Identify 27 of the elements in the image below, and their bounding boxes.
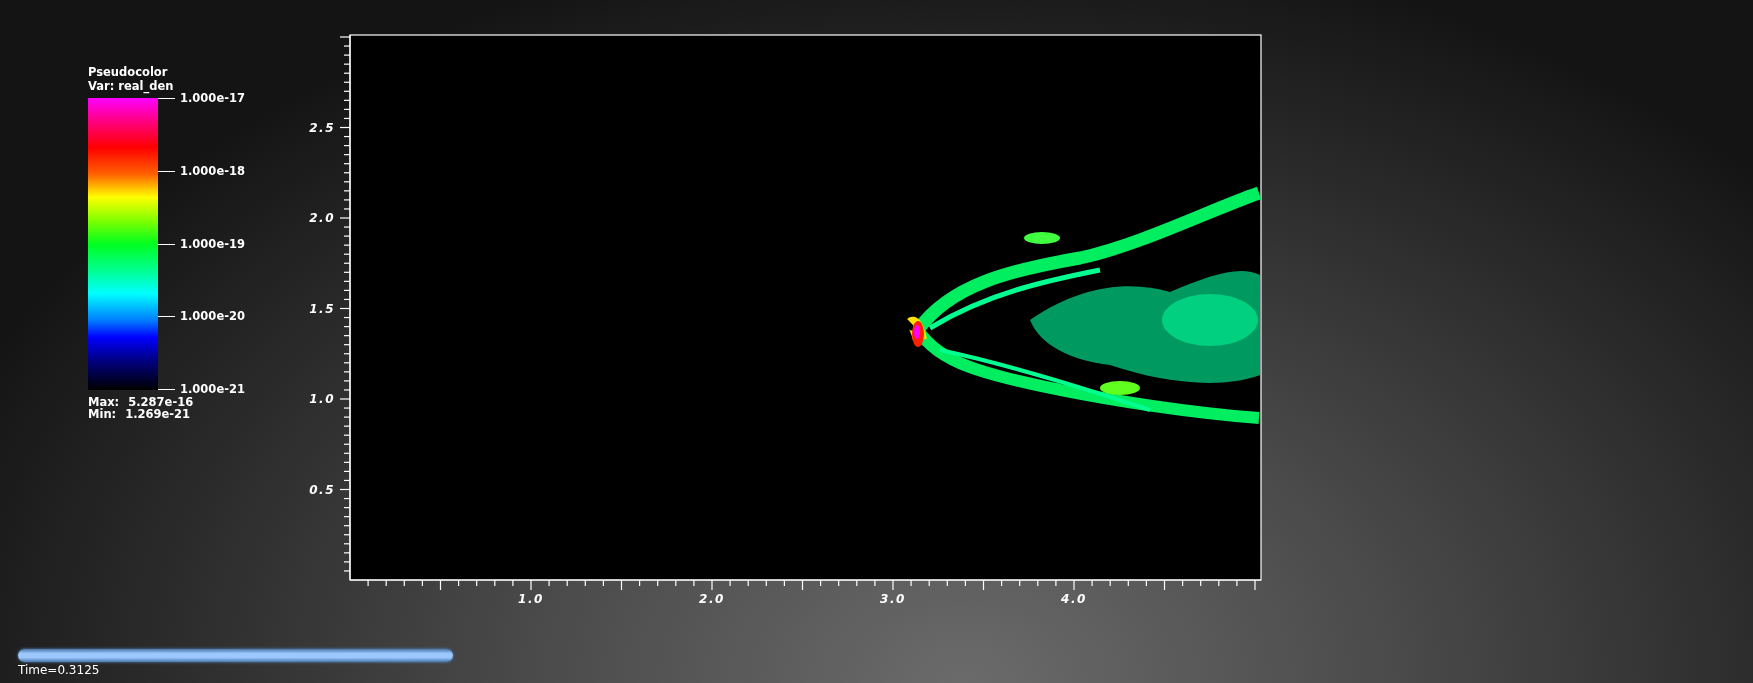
max-value: 5.287e-16 [128,396,194,408]
min-label: Min: [88,408,117,420]
x-tick-label: 2.0 [699,592,725,606]
legend-variable: Var: real_den [88,79,175,93]
y-tick-label: 1.0 [309,392,335,406]
legend-tick-label: 1.000e-19 [180,236,245,251]
legend-tick [158,316,175,318]
x-tick-label: 1.0 [518,592,544,606]
x-tick-label: 4.0 [1061,592,1087,606]
legend-tick [158,170,175,172]
y-tick-label: 2.5 [309,120,335,135]
x-tick-label: 3.0 [880,592,906,606]
time-slider-bar[interactable] [18,649,453,662]
y-tick-label: 0.5 [309,482,335,497]
legend-tick [158,243,175,245]
legend-tick-label: 1.000e-21 [180,382,245,396]
legend-tick-label: 1.000e-20 [180,309,245,324]
legend-title: Pseudocolor [88,65,169,79]
y-tick-label: 2.0 [309,211,335,225]
legend-tick [158,98,175,99]
legend-tick-label: 1.000e-17 [180,91,245,105]
max-label: Max: [88,396,120,408]
legend-tick-label: 1.000e-18 [180,163,245,178]
legend-tick [158,389,175,390]
min-value: 1.269e-21 [125,408,191,420]
time-label: Time=0.3125 [18,663,100,677]
y-tick-label: 1.5 [309,301,335,316]
